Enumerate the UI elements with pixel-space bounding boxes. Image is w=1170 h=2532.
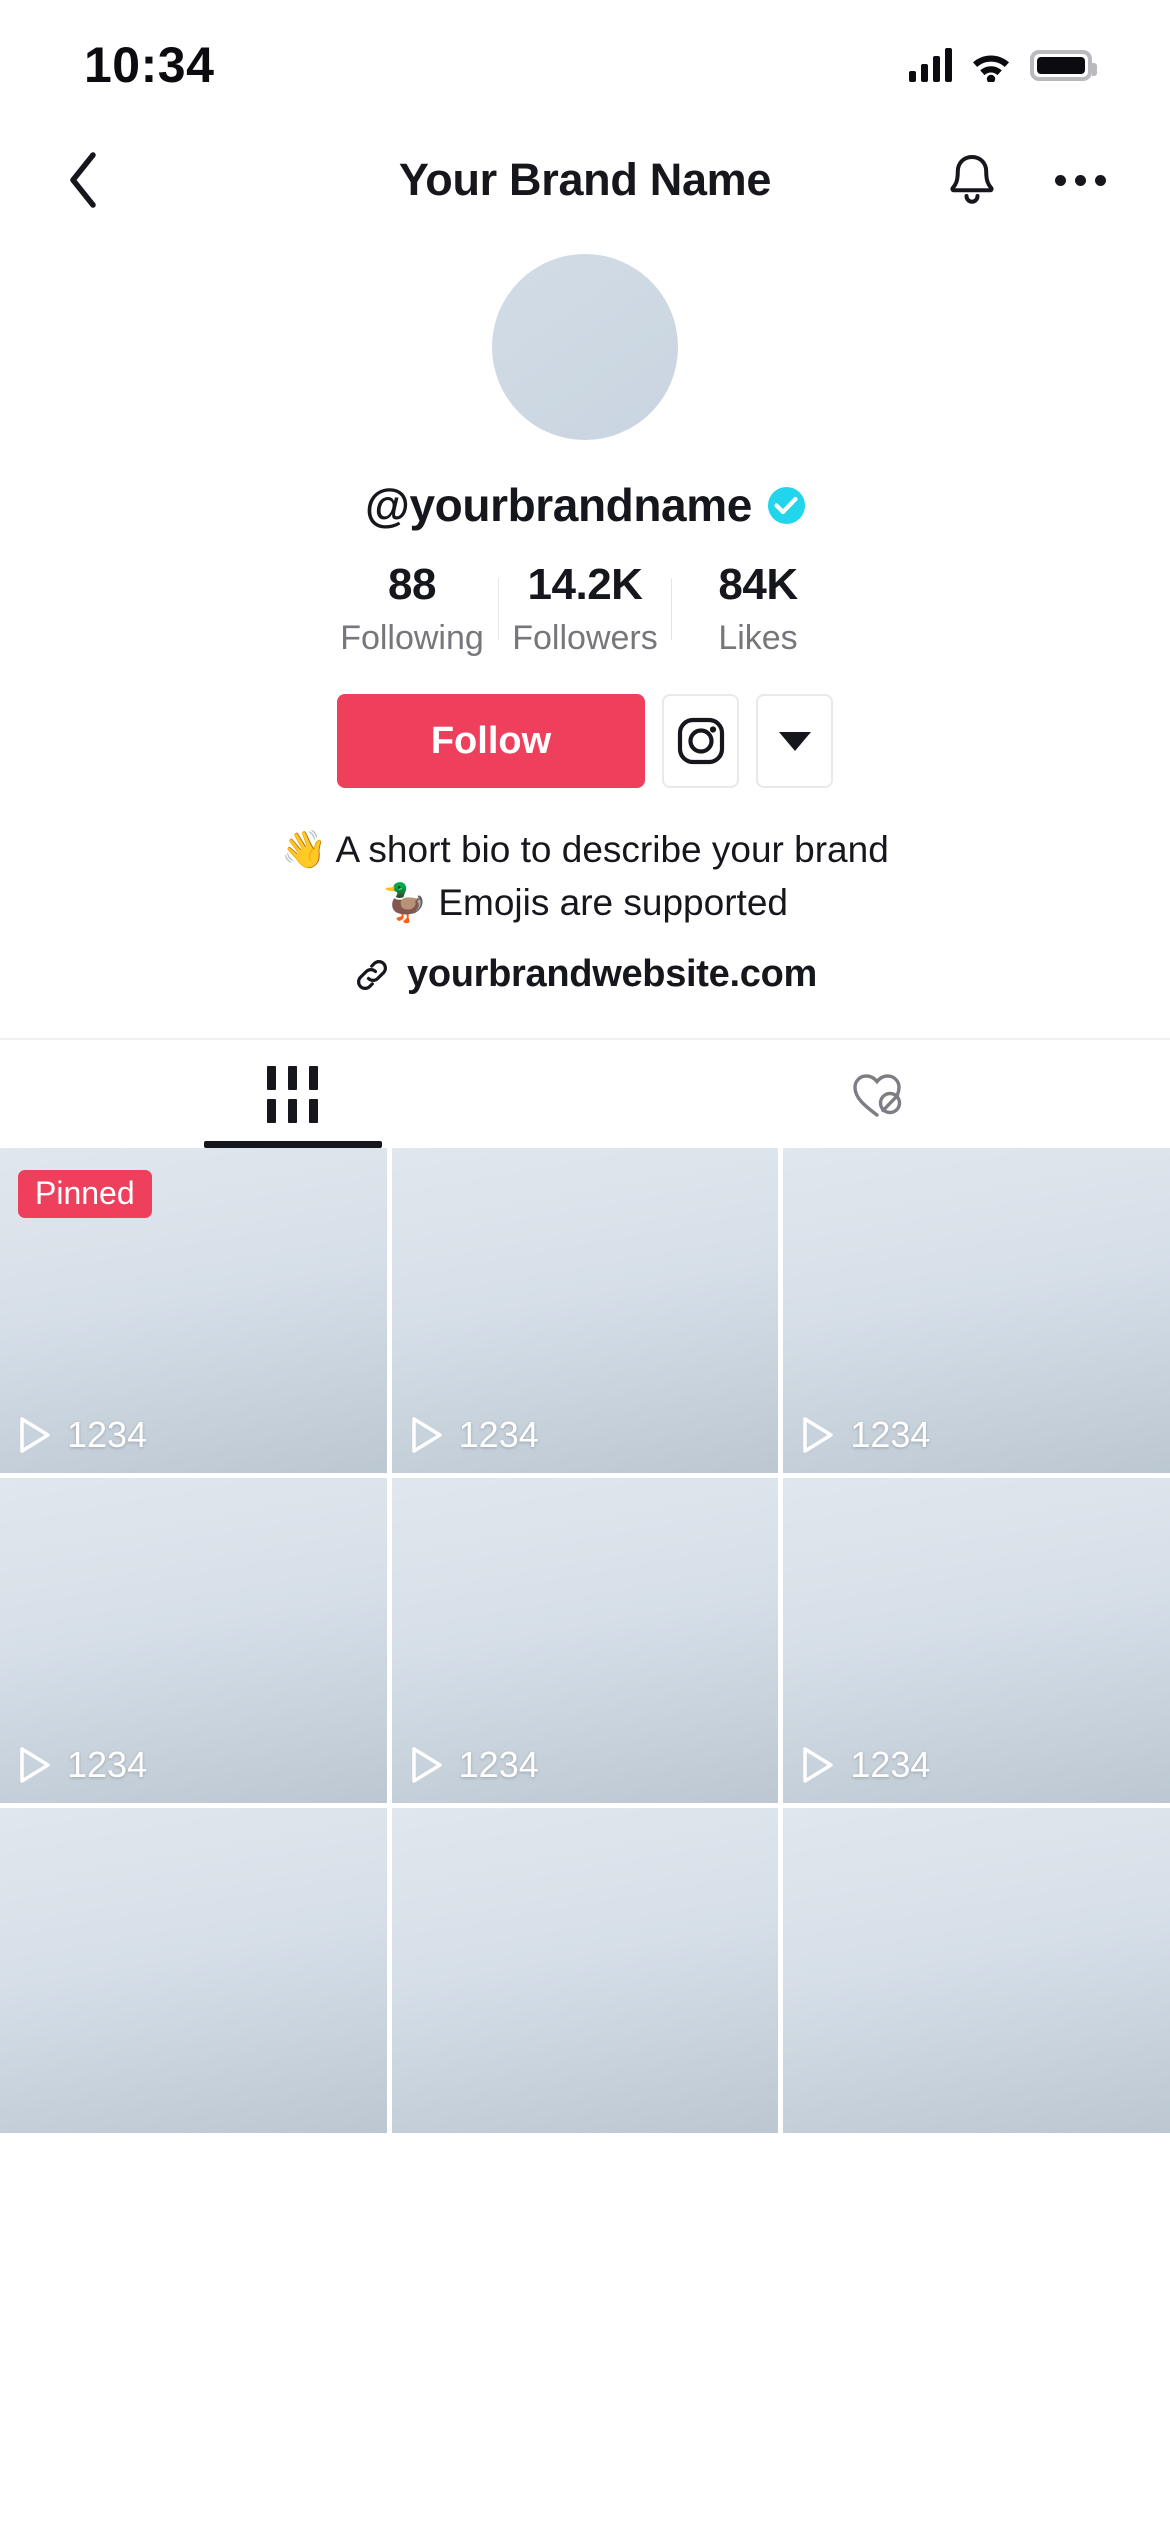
view-count: 1234 [801,1744,930,1786]
profile-actions: Follow [337,694,833,788]
grid-videos-icon [267,1065,318,1123]
view-count-text: 1234 [458,1744,539,1786]
view-count-text: 1234 [458,1414,539,1456]
status-bar-time: 10:34 [84,37,215,93]
play-triangle-icon [20,1417,50,1453]
chevron-left-icon [70,152,96,208]
instagram-icon [677,717,724,765]
stat-likes-value: 84K [718,560,798,609]
stat-followers[interactable]: 14.2K Followers [499,560,671,658]
more-options-button[interactable] [1048,148,1112,212]
video-thumbnail[interactable] [783,1808,1170,2134]
tab-liked[interactable] [585,1040,1170,1148]
profile-link[interactable]: yourbrandwebsite.com [353,953,817,996]
more-options-icon [1054,174,1106,186]
view-count-text: 1234 [850,1414,931,1456]
chevron-down-icon [778,731,811,751]
video-thumbnail[interactable] [0,1808,387,2134]
stat-likes-label: Likes [718,619,798,657]
back-button[interactable] [48,145,118,215]
notification-button[interactable] [940,148,1004,212]
follow-button[interactable]: Follow [337,694,645,788]
tab-active-indicator [203,1141,382,1149]
play-triangle-icon [411,1747,442,1783]
tiktok-profile-screen: 10:34 Your Brand Name @yourbrandname 88 … [0,0,1170,2532]
view-count: 1234 [18,1414,147,1456]
view-count-text: 1234 [67,1414,148,1456]
video-thumbnail[interactable]: 1234 [0,1478,387,1804]
bio-line-2: 🦆 Emojis are supported [382,881,788,923]
video-thumbnail[interactable]: 1234 [783,1478,1170,1804]
battery-full-icon [1030,49,1097,81]
stat-likes[interactable]: 84K Likes [672,560,844,658]
play-triangle-icon [803,1747,834,1783]
profile-link-text: yourbrandwebsite.com [407,953,817,996]
view-count-text: 1234 [67,1744,148,1786]
video-thumbnail[interactable]: 1234 [391,1148,779,1474]
video-thumbnail[interactable]: 1234 [391,1478,779,1804]
profile-tabs [0,1038,1170,1149]
stat-following[interactable]: 88 Following [326,560,498,658]
profile-bio: 👋 A short bio to describe your brand 🦆 E… [281,824,889,929]
profile-stats: 88 Following 14.2K Followers 84K Likes [326,560,844,658]
view-count: 1234 [18,1744,147,1786]
view-count: 1234 [410,1744,539,1786]
instagram-button[interactable] [662,694,739,788]
view-count: 1234 [801,1414,930,1456]
bell-icon [950,154,994,204]
cellular-signal-icon [909,48,952,82]
wifi-icon [969,49,1013,82]
video-thumbnail[interactable]: Pinned 1234 [0,1148,387,1474]
play-triangle-icon [20,1747,50,1783]
stat-following-label: Following [340,619,484,657]
username-text: @yourbrandname [365,479,752,531]
stat-followers-value: 14.2K [527,560,643,609]
play-triangle-icon [411,1417,442,1453]
verified-check-icon [767,486,805,524]
status-bar: 10:34 [0,0,1170,130]
status-bar-indicators [909,48,1097,82]
tab-videos[interactable] [0,1040,585,1149]
top-navigation-bar: Your Brand Name [0,130,1170,230]
username-row: @yourbrandname [365,478,805,532]
stat-following-value: 88 [388,560,436,609]
bio-line-1: 👋 A short bio to describe your brand [281,829,889,870]
play-triangle-icon [803,1417,834,1453]
video-thumbnail[interactable] [391,1808,779,2134]
pinned-badge: Pinned [18,1170,152,1219]
link-chain-icon [357,959,387,990]
view-count-text: 1234 [850,1744,931,1786]
video-grid: Pinned 1234 1234 1234 1234 1234 1234 [0,1148,1170,2134]
heart-hidden-icon [852,1074,901,1117]
profile-section: @yourbrandname 88 Following 14.2K Follow… [0,230,1170,996]
stat-followers-label: Followers [512,619,658,657]
avatar[interactable] [492,254,678,440]
more-actions-dropdown-button[interactable] [756,694,833,788]
view-count: 1234 [410,1414,539,1456]
video-thumbnail[interactable]: 1234 [783,1148,1170,1474]
